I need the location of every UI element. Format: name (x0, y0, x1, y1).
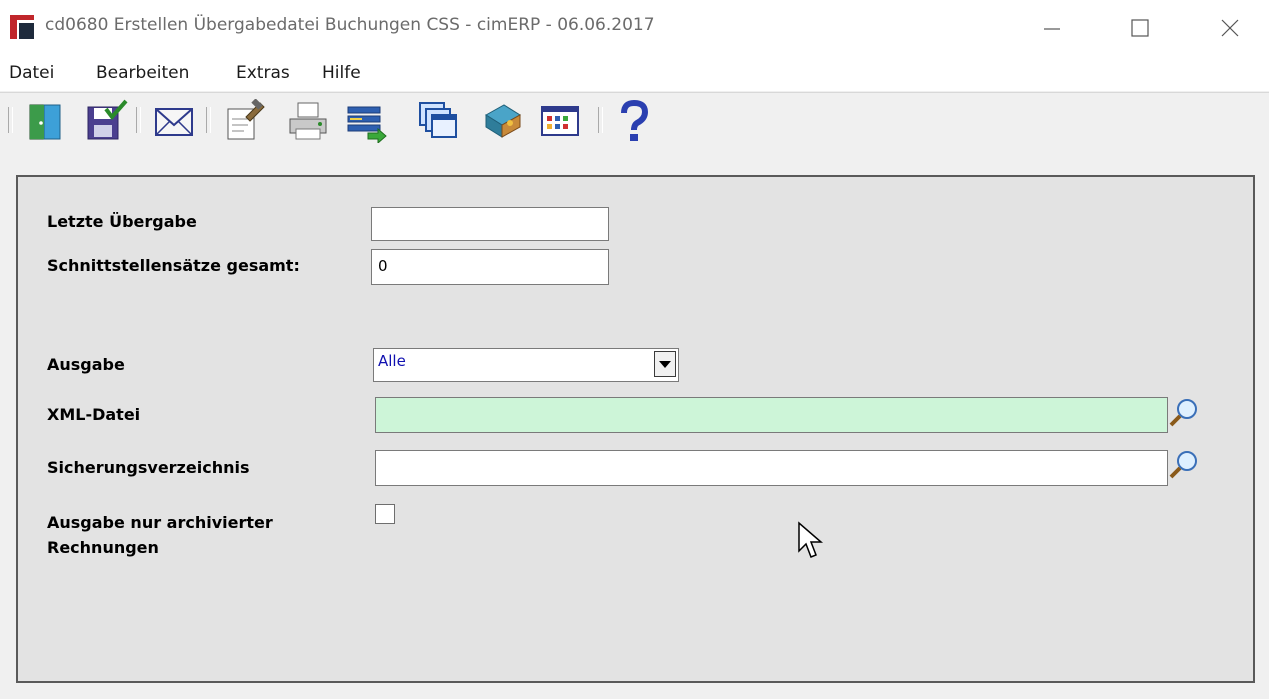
exit-door-icon[interactable] (24, 99, 68, 143)
menu-item-extras[interactable]: Extras (236, 63, 290, 83)
book-icon[interactable] (480, 99, 524, 143)
schnittstellensaetze-label: Schnittstellensätze gesamt: (47, 256, 300, 275)
help-icon[interactable] (612, 99, 656, 143)
ausgabe-select[interactable]: Alle (373, 348, 679, 382)
menu-item-bearbeiten[interactable]: Bearbeiten (96, 63, 189, 83)
transfer-list-icon[interactable] (344, 99, 388, 143)
sicherungsverzeichnis-search-icon[interactable] (1167, 448, 1201, 482)
app-logo-icon (10, 15, 34, 39)
grid-icon[interactable] (538, 99, 582, 143)
toolbar-separator (206, 107, 211, 133)
sicherungsverzeichnis-field[interactable] (375, 450, 1168, 486)
nur-archiviert-checkbox[interactable] (375, 504, 395, 524)
windows-icon[interactable] (416, 99, 460, 143)
nur-archiviert-label-line1: Ausgabe nur archivierter (47, 513, 273, 532)
minimize-icon[interactable] (1034, 6, 1080, 46)
toolbar (0, 92, 1269, 157)
window-title: cd0680 Erstellen Übergabedatei Buchungen… (45, 15, 655, 35)
toolbar-separator (8, 107, 13, 133)
xml-datei-label: XML-Datei (47, 405, 141, 424)
title-bar: cd0680 Erstellen Übergabedatei Buchungen… (0, 0, 1269, 57)
menu-item-datei[interactable]: Datei (9, 63, 54, 83)
toolbar-separator (136, 107, 141, 133)
xml-datei-field[interactable] (375, 397, 1168, 433)
letzte-uebergabe-field[interactable] (371, 207, 609, 241)
letzte-uebergabe-label: Letzte Übergabe (47, 212, 197, 231)
printer-icon[interactable] (286, 99, 330, 143)
schnittstellensaetze-field: 0 (371, 249, 609, 285)
save-check-icon[interactable] (84, 99, 128, 143)
menu-item-hilfe[interactable]: Hilfe (322, 63, 361, 83)
xml-datei-search-icon[interactable] (1167, 396, 1201, 430)
nur-archiviert-label-line2: Rechnungen (47, 538, 159, 557)
edit-note-icon[interactable] (222, 99, 266, 143)
menu-bar: Datei Bearbeiten Extras Hilfe (0, 57, 1269, 91)
ausgabe-label: Ausgabe (47, 355, 125, 374)
mail-icon[interactable] (152, 99, 196, 143)
maximize-icon[interactable] (1124, 6, 1170, 46)
sicherungsverzeichnis-label: Sicherungsverzeichnis (47, 458, 250, 477)
mouse-cursor-icon (798, 521, 824, 558)
close-icon[interactable] (1214, 6, 1260, 46)
dropdown-arrow-icon[interactable] (654, 351, 676, 377)
toolbar-separator (598, 107, 603, 133)
ausgabe-selected-value: Alle (378, 352, 406, 370)
